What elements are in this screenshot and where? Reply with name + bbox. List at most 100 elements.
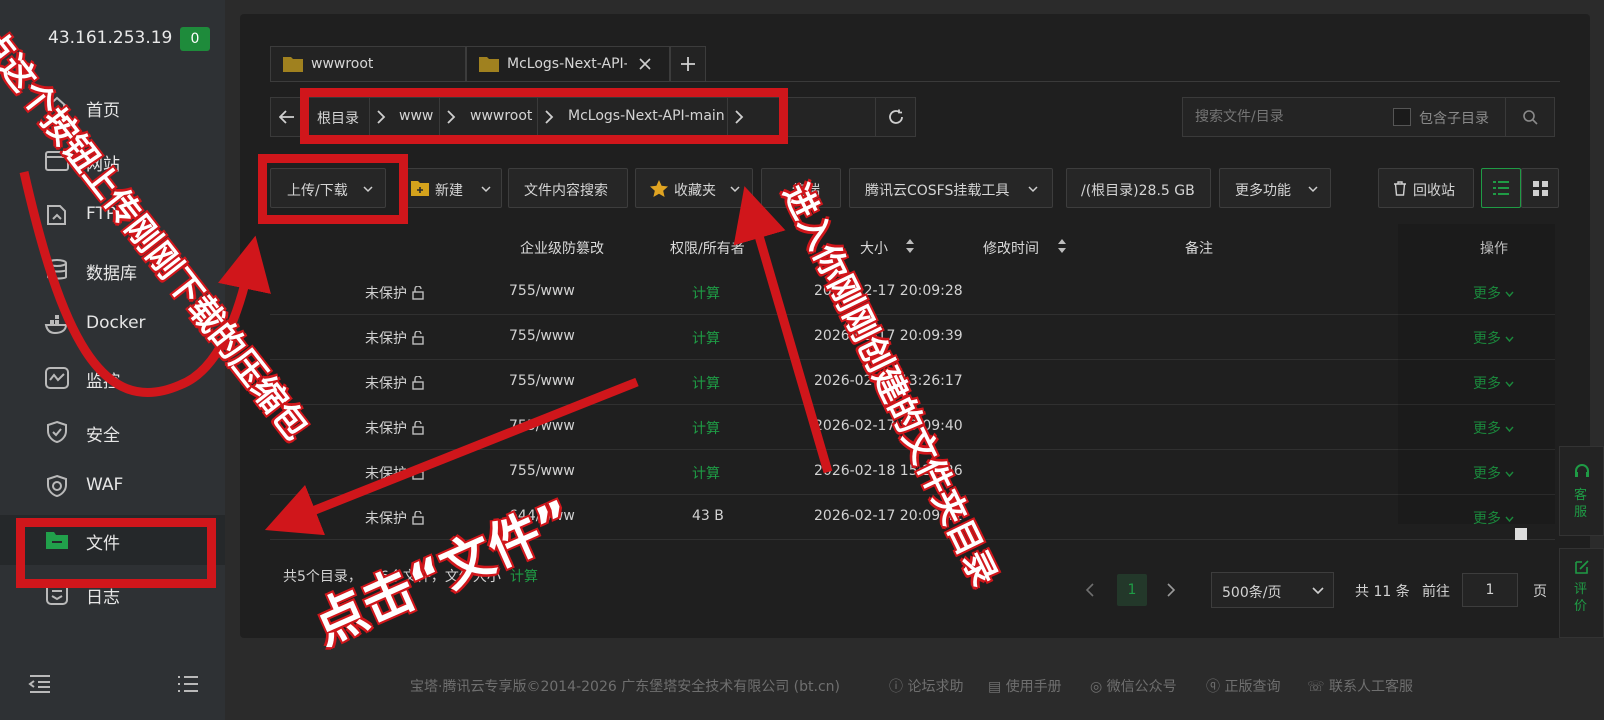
customer-service-button[interactable]: 客服 bbox=[1559, 446, 1604, 536]
total-count: 共 11 条 bbox=[1355, 584, 1410, 600]
sort-icon[interactable] bbox=[1057, 238, 1067, 254]
protect-status[interactable]: 未保护 bbox=[365, 373, 407, 393]
sidebar-item-security[interactable]: 安全 bbox=[0, 407, 225, 457]
search-button[interactable] bbox=[1505, 98, 1555, 136]
recycle-bin-button[interactable]: 回收站 bbox=[1378, 168, 1474, 208]
footer-link-label: 使用手册 bbox=[1005, 679, 1062, 695]
disk-usage-label: /(根目录)28.5 GB bbox=[1081, 183, 1195, 199]
grid-view-icon bbox=[1533, 181, 1548, 196]
table-row[interactable]: 未保护 755/www 计算 2026-02-17 20:09:39 更多 bbox=[270, 315, 1555, 360]
footer-link-manual[interactable]: ▤ 使用手册 bbox=[988, 676, 1062, 696]
column-header: 权限/所有者 bbox=[670, 241, 745, 257]
ftp-icon bbox=[47, 205, 66, 225]
recycle-bin-label: 回收站 bbox=[1413, 183, 1455, 199]
permission[interactable]: 755/www bbox=[509, 418, 575, 434]
search-bar: 包含子目录 bbox=[1182, 97, 1555, 137]
copyright: 宝塔·腾讯云专享版©2014-2026 广东堡塔安全技术有限公司 (bt.cn) bbox=[410, 679, 840, 695]
permission[interactable]: 755/www bbox=[509, 463, 575, 479]
unlock-icon[interactable] bbox=[412, 421, 424, 435]
sidebar-item-label: Docker bbox=[86, 313, 146, 333]
chevron-down-icon bbox=[1028, 186, 1038, 193]
refresh-button[interactable] bbox=[875, 98, 916, 136]
content-search-button[interactable]: 文件内容搜索 bbox=[508, 168, 628, 208]
file-size[interactable]: 计算 bbox=[692, 463, 720, 483]
unlock-icon[interactable] bbox=[412, 376, 424, 390]
tab-wwwroot[interactable]: wwwroot bbox=[270, 46, 466, 82]
more-functions-button[interactable]: 更多功能 bbox=[1219, 168, 1331, 208]
protect-status[interactable]: 未保护 bbox=[365, 508, 407, 528]
column-header[interactable]: 修改时间 bbox=[983, 238, 1039, 258]
cosfs-button[interactable]: 腾讯云COSFS挂载工具 bbox=[849, 168, 1053, 208]
subdir-checkbox[interactable] bbox=[1393, 108, 1411, 126]
sort-icon[interactable] bbox=[905, 238, 915, 254]
file-size[interactable]: 计算 bbox=[692, 418, 720, 438]
permission[interactable]: 755/www bbox=[509, 328, 575, 344]
goto-page-input[interactable] bbox=[1462, 573, 1518, 607]
chevron-down-icon bbox=[1312, 587, 1324, 595]
footer-link-support[interactable]: ☏ 联系人工客服 bbox=[1307, 676, 1413, 696]
refresh-icon bbox=[889, 109, 903, 124]
footer-link-wechat[interactable]: ◎ 微信公众号 bbox=[1090, 676, 1177, 696]
tab-bar: wwwroot McLogs-Next-API-main bbox=[270, 46, 1560, 82]
table-row[interactable]: 未保护 755/www 计算 2026-02-17 20:09:28 更多 bbox=[270, 270, 1555, 315]
trash-icon bbox=[1394, 181, 1406, 196]
footer-link-forum[interactable]: ⓘ 论坛求助 bbox=[889, 676, 963, 696]
footer-link-genuine[interactable]: ⓠ 正版查询 bbox=[1206, 676, 1280, 696]
file-size[interactable]: 计算 bbox=[692, 283, 720, 303]
table-header: 企业级防篡改 权限/所有者 大小 修改时间 备注 操作 bbox=[270, 224, 1555, 270]
protect-status[interactable]: 未保护 bbox=[365, 463, 407, 483]
back-arrow-icon[interactable] bbox=[279, 110, 295, 124]
sidebar-item-label: WAF bbox=[86, 475, 124, 495]
protect-status[interactable]: 未保护 bbox=[365, 418, 407, 438]
disk-usage-button[interactable]: /(根目录)28.5 GB bbox=[1066, 168, 1211, 208]
prev-page-icon[interactable] bbox=[1085, 583, 1095, 597]
sidebar-item-label: 数据库 bbox=[86, 264, 137, 284]
permission[interactable]: 755/www bbox=[509, 283, 575, 299]
file-size[interactable]: 计算 bbox=[692, 373, 720, 393]
protect-status[interactable]: 未保护 bbox=[365, 283, 407, 303]
column-header: 备注 bbox=[1185, 241, 1213, 257]
column-header[interactable]: 大小 bbox=[860, 238, 888, 258]
footer-link-label: 论坛求助 bbox=[907, 679, 964, 695]
annotation-box-breadcrumb bbox=[300, 88, 788, 144]
annotation-box-upload bbox=[258, 154, 408, 224]
grid-view-button[interactable] bbox=[1521, 168, 1559, 208]
sidebar-item-waf[interactable]: WAF bbox=[0, 461, 225, 511]
add-tab-button[interactable] bbox=[670, 46, 706, 82]
more-functions-label: 更多功能 bbox=[1235, 183, 1291, 199]
favorites-button[interactable]: 收藏夹 bbox=[635, 168, 753, 208]
unlock-icon[interactable] bbox=[412, 331, 424, 345]
new-button[interactable]: 新建 bbox=[400, 168, 502, 208]
page-1[interactable]: 1 bbox=[1117, 574, 1147, 606]
footer-link-label: 正版查询 bbox=[1224, 679, 1281, 695]
permission[interactable]: 755/www bbox=[509, 373, 575, 389]
headset-icon bbox=[1575, 464, 1589, 477]
scrollbar-corner[interactable] bbox=[1515, 528, 1527, 540]
unlock-icon[interactable] bbox=[412, 286, 424, 300]
folder-icon bbox=[479, 57, 499, 72]
chevron-down-icon bbox=[730, 186, 740, 193]
customer-service-label: 客服 bbox=[1574, 488, 1588, 520]
next-page-icon[interactable] bbox=[1166, 583, 1176, 597]
sidebar-item-monitor[interactable]: 监控 bbox=[0, 353, 225, 403]
content-search-label: 文件内容搜索 bbox=[524, 183, 608, 199]
unlock-icon[interactable] bbox=[412, 466, 424, 480]
chevron-down-icon bbox=[481, 186, 491, 193]
protect-status[interactable]: 未保护 bbox=[365, 328, 407, 348]
search-input[interactable] bbox=[1183, 98, 1383, 136]
new-label: 新建 bbox=[435, 183, 463, 199]
chevron-down-icon bbox=[1308, 186, 1318, 193]
footer-link-label: 联系人工客服 bbox=[1328, 679, 1413, 695]
close-icon[interactable] bbox=[639, 58, 651, 70]
review-button[interactable]: 评价 bbox=[1559, 548, 1604, 638]
unlock-icon[interactable] bbox=[412, 511, 424, 525]
page-size-select[interactable]: 500条/页 bbox=[1211, 572, 1334, 608]
server-badge[interactable]: 0 bbox=[180, 27, 210, 51]
database-icon bbox=[47, 259, 67, 280]
tab-mclogs[interactable]: McLogs-Next-API-main bbox=[466, 46, 670, 82]
list-view-button[interactable] bbox=[1481, 168, 1521, 208]
page-suffix: 页 bbox=[1533, 584, 1547, 600]
file-size[interactable]: 计算 bbox=[692, 328, 720, 348]
menu-list-icon[interactable] bbox=[176, 674, 200, 694]
collapse-sidebar-icon[interactable] bbox=[28, 674, 52, 694]
